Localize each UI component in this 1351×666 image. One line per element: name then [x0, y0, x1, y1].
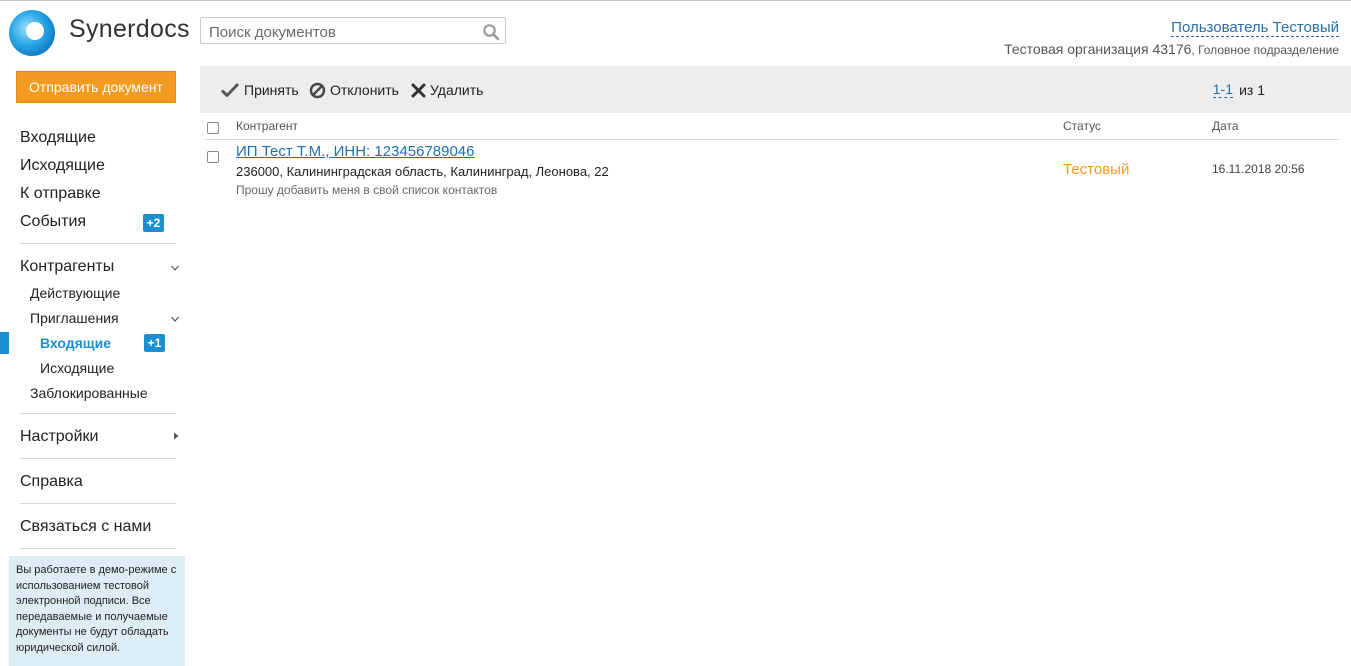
invitations-incoming-badge: +1: [144, 334, 165, 352]
select-all-checkbox[interactable]: [207, 122, 219, 134]
table-header-divider: [205, 139, 1339, 140]
column-header-contractor: Контрагент: [236, 119, 299, 133]
sidebar-divider: [20, 548, 176, 549]
pager-total: из 1: [1239, 82, 1265, 98]
toolbar: Принять Отклонить Удалить 1-1 из 1: [200, 66, 1351, 113]
check-icon: [220, 82, 240, 97]
sidebar-divider: [20, 458, 176, 459]
nav-help[interactable]: Справка: [20, 473, 83, 491]
delete-label: Удалить: [430, 82, 484, 98]
search-input[interactable]: [207, 21, 481, 43]
close-icon: [411, 83, 426, 97]
sidebar-divider: [20, 503, 176, 504]
organization-division: , Головное подразделение: [1191, 43, 1339, 57]
row-checkbox[interactable]: [207, 151, 219, 163]
sidebar-divider: [20, 243, 176, 244]
chevron-down-icon[interactable]: [170, 314, 180, 324]
nav-invitations-incoming[interactable]: Входящие: [40, 335, 111, 351]
prohibited-icon: [309, 82, 326, 98]
nav-invitations-outgoing[interactable]: Исходящие: [40, 360, 114, 376]
sidebar-divider: [20, 413, 176, 414]
decline-label: Отклонить: [330, 82, 399, 98]
nav-contractors-active[interactable]: Действующие: [30, 285, 120, 301]
events-badge: +2: [143, 214, 164, 232]
active-item-marker: [0, 332, 9, 354]
pager-range-link[interactable]: 1-1: [1212, 82, 1233, 98]
nav-outgoing[interactable]: Исходящие: [20, 157, 105, 175]
column-header-date: Дата: [1212, 119, 1239, 133]
nav-blocked[interactable]: Заблокированные: [30, 385, 148, 401]
status-label: Тестовый: [1063, 161, 1130, 178]
demo-mode-notice: Вы работаете в демо-режиме с использован…: [9, 556, 185, 666]
nav-invitations[interactable]: Приглашения: [30, 310, 119, 326]
nav-contact[interactable]: Связаться с нами: [20, 518, 151, 536]
column-header-status: Статус: [1063, 119, 1101, 133]
organization-name: Тестовая организация 43176: [1004, 41, 1192, 57]
accept-button[interactable]: Принять: [220, 81, 299, 99]
nav-to-send[interactable]: К отправке: [20, 185, 101, 203]
contractor-name-link[interactable]: ИП Тест Т.М., ИНН: 123456789046: [236, 143, 474, 160]
decline-button[interactable]: Отклонить: [309, 81, 399, 99]
synerdocs-logo-icon[interactable]: [8, 9, 56, 57]
app-name: Synerdocs: [69, 15, 190, 43]
chevron-right-icon[interactable]: [171, 431, 181, 441]
chevron-down-icon[interactable]: [170, 263, 180, 273]
send-document-button[interactable]: Отправить документ: [16, 71, 176, 103]
contractor-address: 236000, Калининградская область, Калинин…: [236, 164, 609, 179]
nav-contractors[interactable]: Контрагенты: [20, 258, 114, 276]
row-date: 16.11.2018 20:56: [1212, 162, 1305, 176]
nav-settings[interactable]: Настройки: [20, 428, 98, 446]
delete-button[interactable]: Удалить: [411, 81, 483, 99]
nav-incoming[interactable]: Входящие: [20, 129, 96, 147]
search-box[interactable]: [200, 17, 506, 44]
organization-info: Тестовая организация 43176, Головное под…: [1004, 41, 1339, 57]
user-name-link[interactable]: Пользователь Тестовый: [1171, 20, 1339, 37]
invitation-message: Прошу добавить меня в свой список контак…: [236, 183, 498, 197]
search-icon[interactable]: [482, 23, 500, 41]
nav-events[interactable]: События: [20, 213, 86, 231]
accept-label: Принять: [244, 82, 299, 98]
